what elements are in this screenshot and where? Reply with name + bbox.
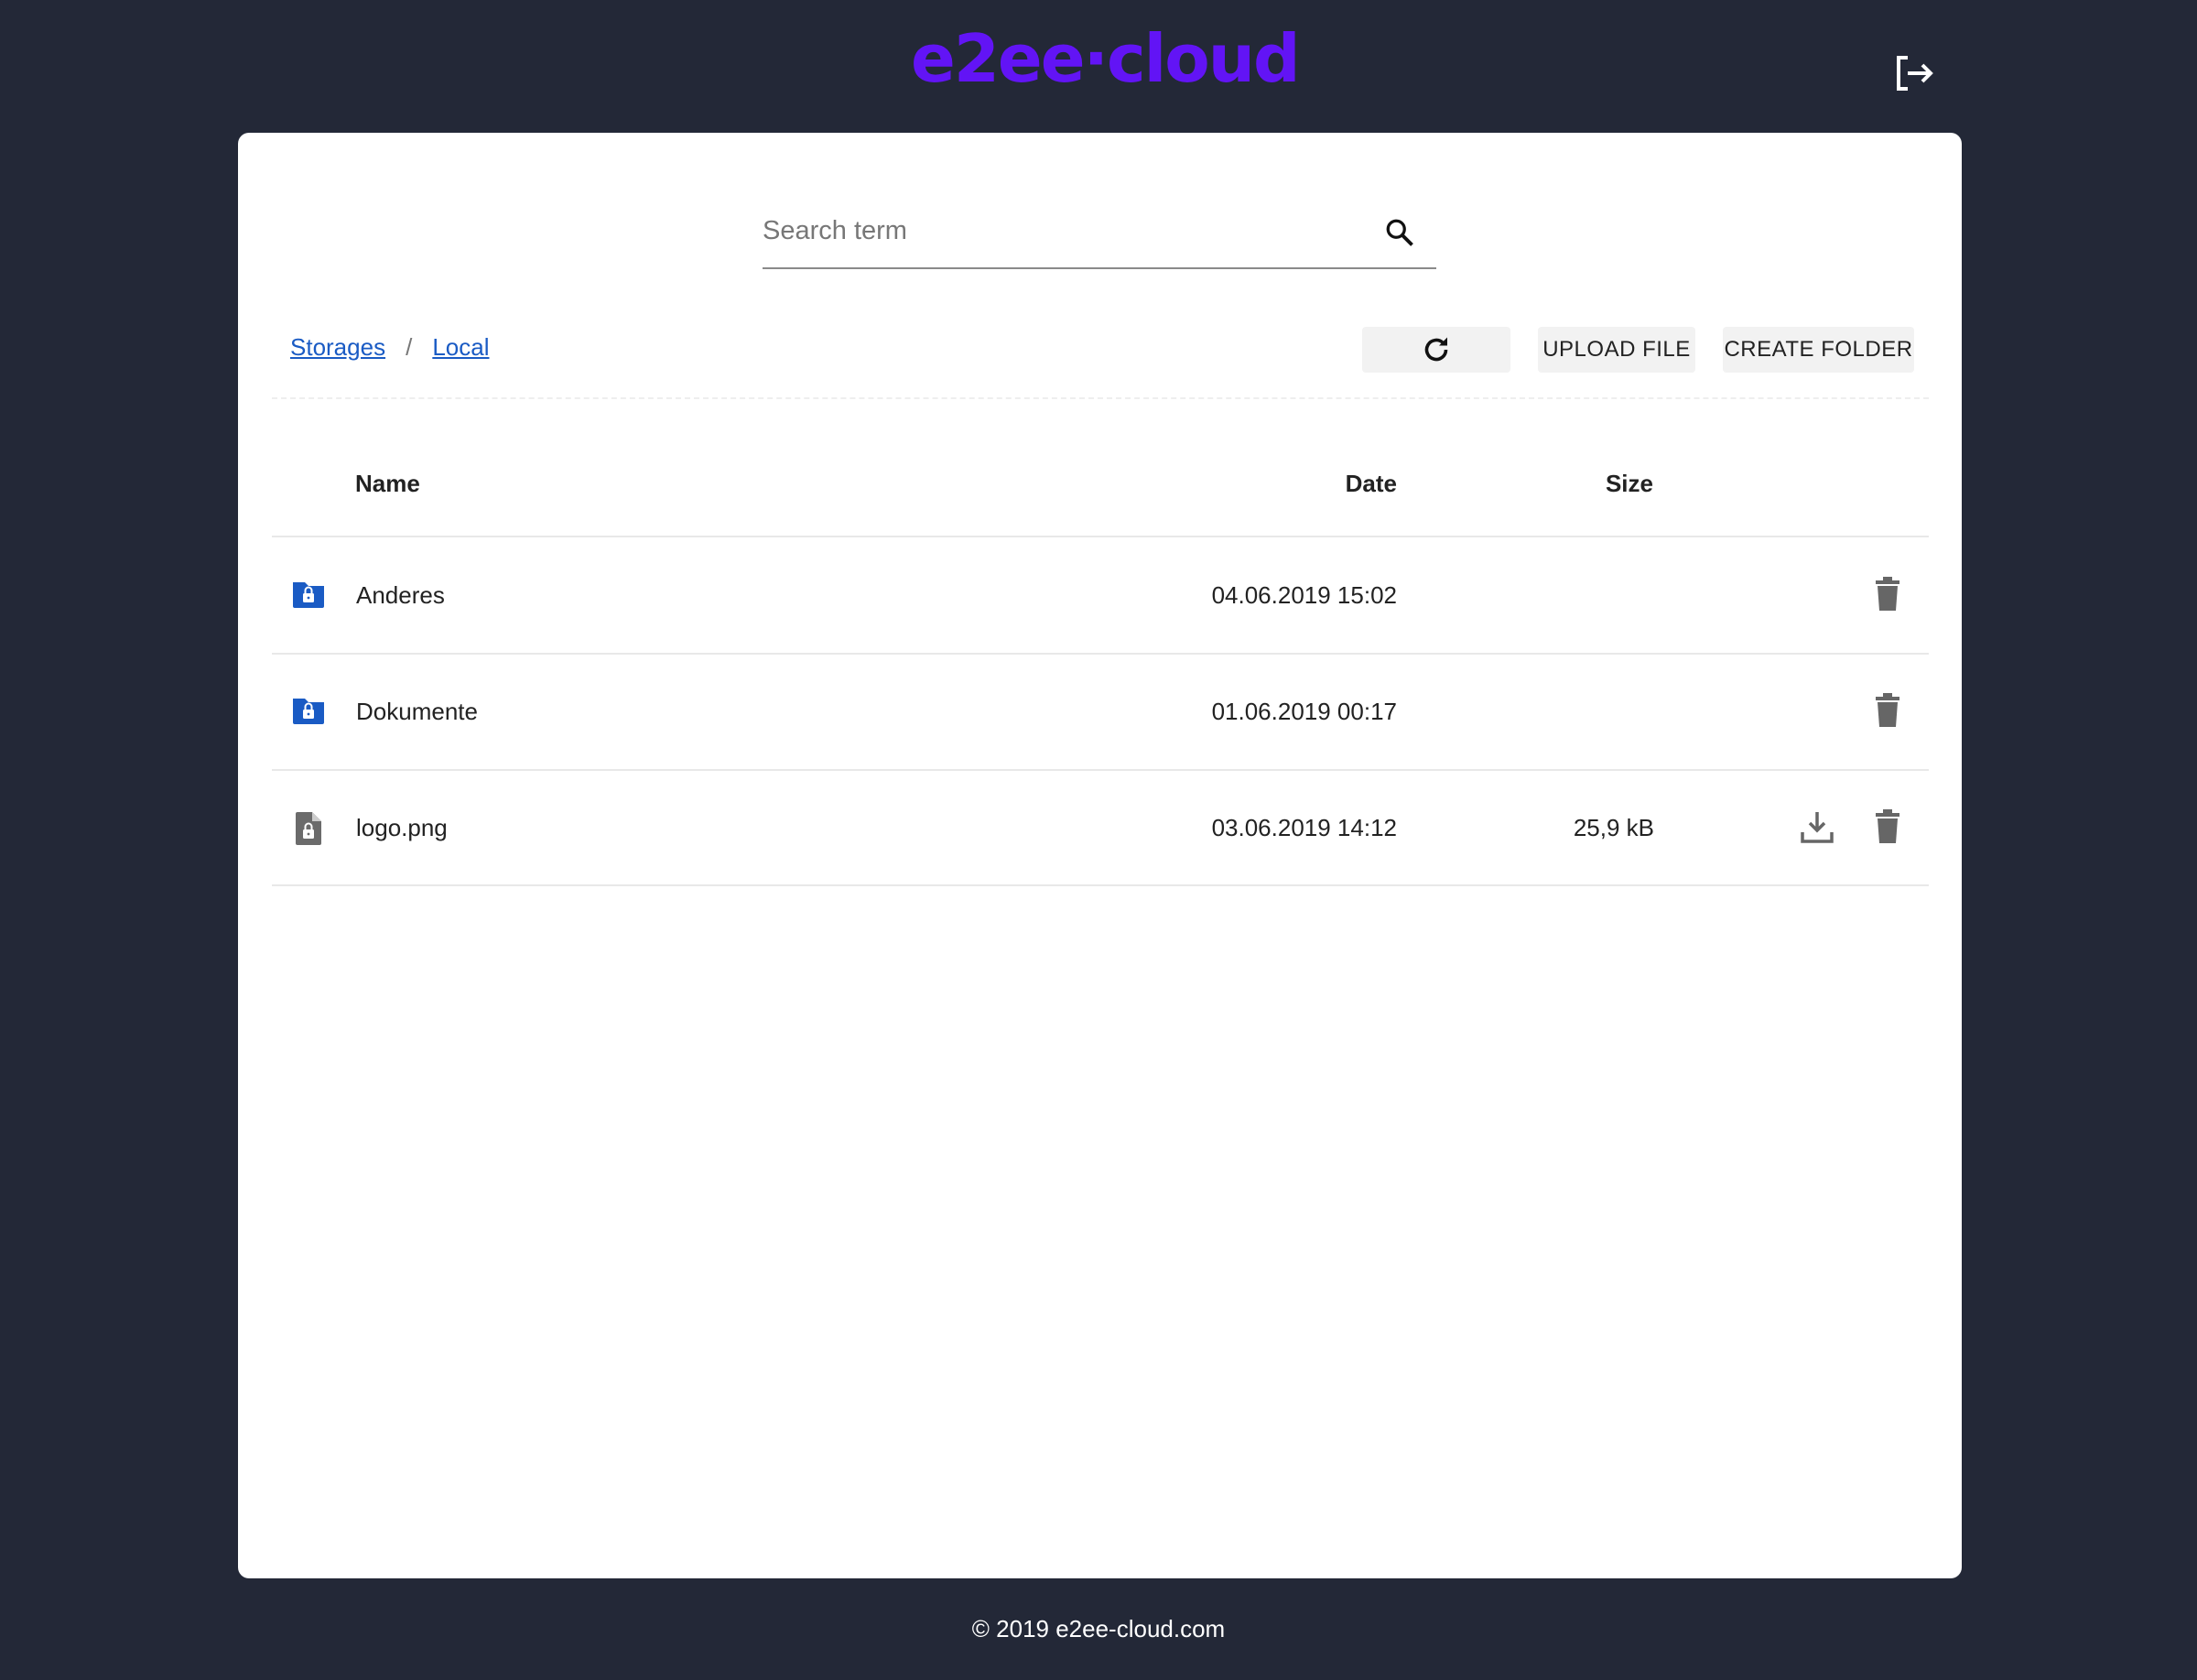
row-divider (272, 884, 1929, 886)
breadcrumb-separator: / (406, 333, 413, 361)
table-row[interactable]: logo.png 03.06.2019 14:12 25,9 kB (272, 770, 1929, 886)
breadcrumb-storages[interactable]: Storages (290, 333, 385, 361)
download-icon[interactable] (1800, 808, 1834, 845)
refresh-icon (1424, 337, 1448, 362)
search-field[interactable] (763, 203, 1436, 269)
create-folder-button[interactable]: CREATE FOLDER (1723, 327, 1914, 373)
column-header-name[interactable]: Name (355, 470, 420, 498)
search-input[interactable] (763, 203, 1358, 258)
footer: © 2019 e2ee-cloud.com (971, 1615, 1226, 1642)
encrypted-folder-icon (293, 582, 324, 608)
divider (272, 397, 1929, 399)
search-icon[interactable] (1383, 216, 1416, 249)
logout-icon (1897, 56, 1933, 91)
refresh-button[interactable] (1362, 327, 1510, 373)
column-header-size[interactable]: Size (1606, 470, 1653, 498)
file-date: 03.06.2019 14:12 (1211, 814, 1397, 841)
logout-button[interactable] (1895, 55, 1935, 92)
upload-file-button[interactable]: UPLOAD FILE (1538, 327, 1695, 373)
file-name[interactable]: logo.png (356, 814, 448, 842)
breadcrumb-local[interactable]: Local (432, 333, 489, 361)
encrypted-file-icon (296, 812, 321, 845)
trash-icon[interactable] (1874, 808, 1901, 845)
file-name[interactable]: Anderes (356, 581, 445, 610)
file-date: 04.06.2019 15:02 (1211, 581, 1397, 609)
table-row[interactable]: Anderes 04.06.2019 15:02 (272, 537, 1929, 654)
file-date: 01.06.2019 00:17 (1211, 698, 1397, 725)
file-name[interactable]: Dokumente (356, 698, 478, 726)
trash-icon[interactable] (1874, 692, 1901, 729)
file-size: 25,9 kB (1573, 814, 1654, 841)
logo: e2ee·cloud (911, 20, 1301, 97)
table-row[interactable]: Dokumente 01.06.2019 00:17 (272, 654, 1929, 770)
breadcrumb: Storages / Local (290, 333, 489, 362)
trash-icon[interactable] (1874, 576, 1901, 612)
encrypted-folder-icon (293, 699, 324, 724)
column-header-date[interactable]: Date (1346, 470, 1397, 498)
